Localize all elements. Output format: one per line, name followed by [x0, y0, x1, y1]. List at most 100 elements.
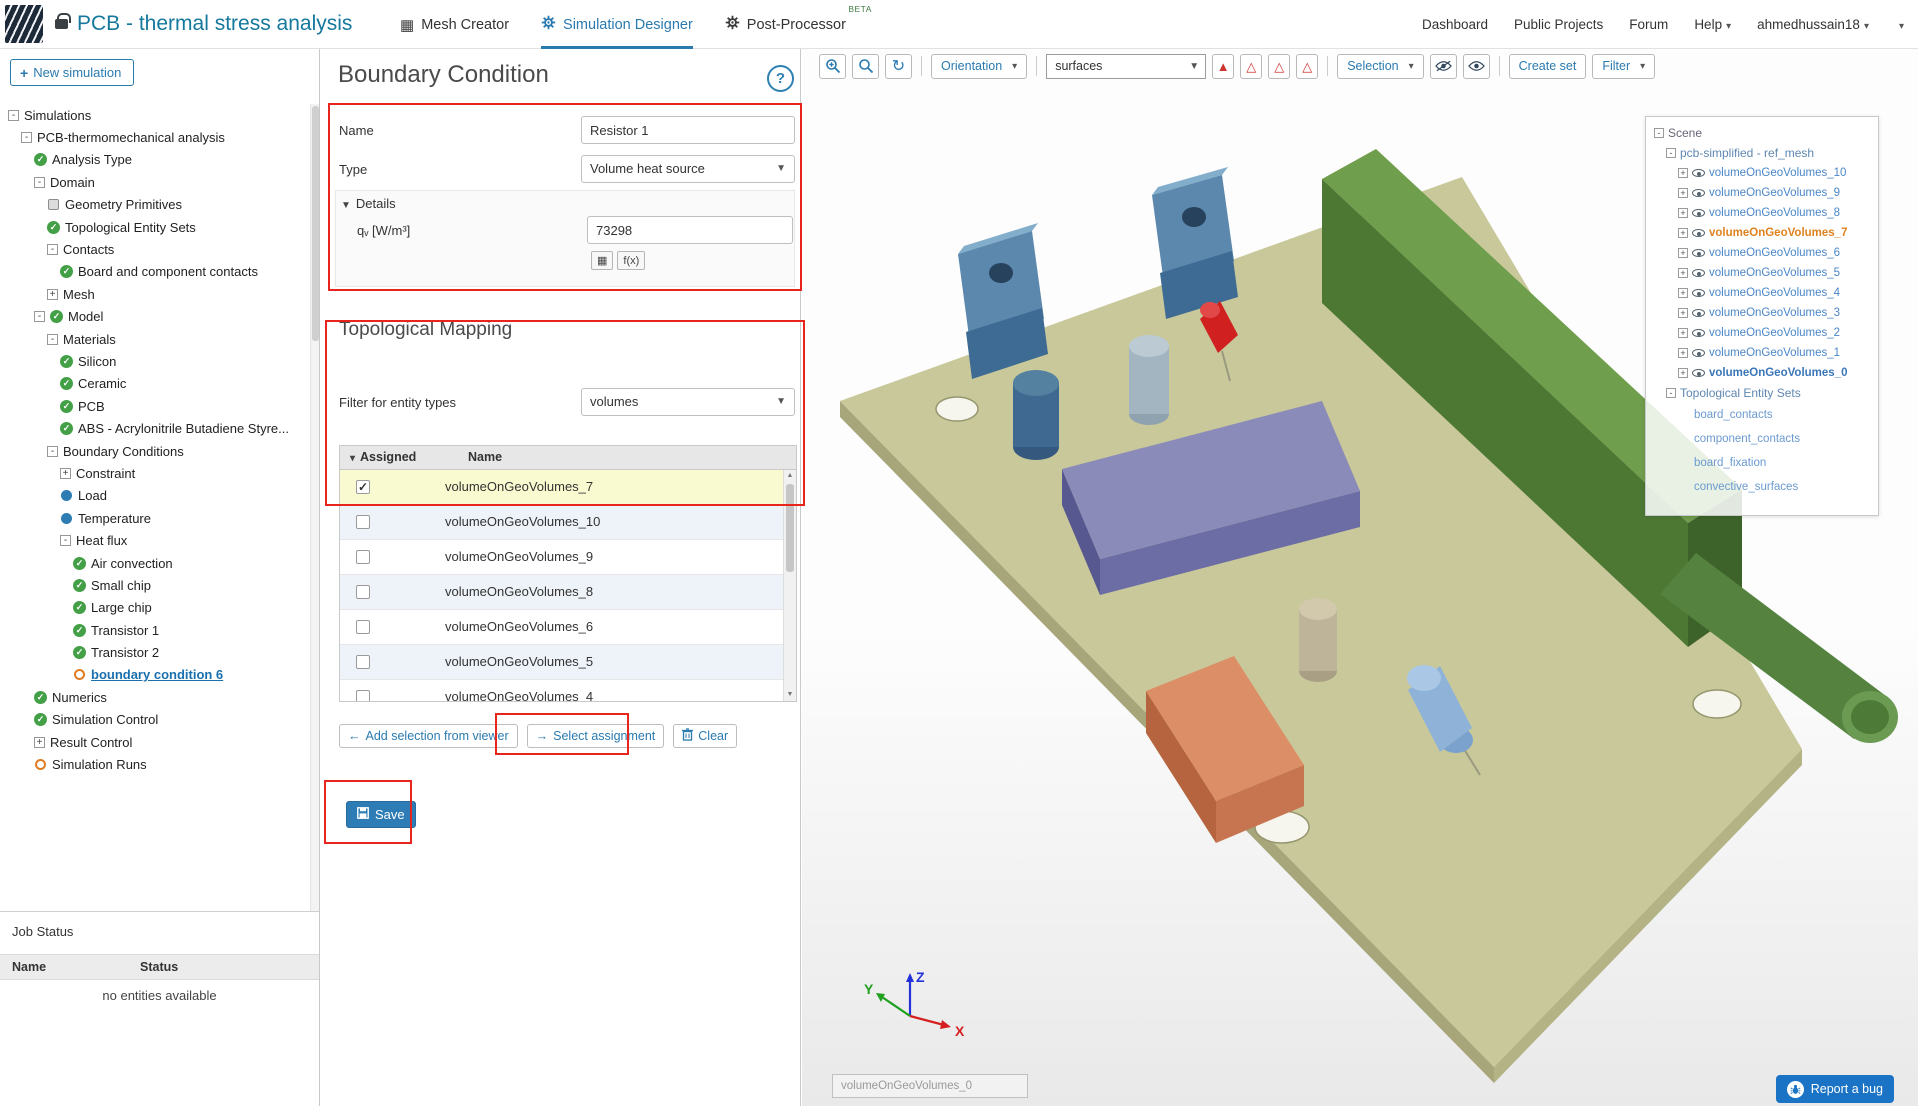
assigned-checkbox[interactable] [356, 480, 370, 494]
nav-help-menu[interactable]: Help▾ [1694, 17, 1731, 32]
sidebar-item-boundary-condition-6[interactable]: boundary condition 6 [0, 664, 309, 686]
save-button[interactable]: Save [346, 801, 416, 828]
eye-icon[interactable] [1692, 189, 1705, 197]
expand-icon[interactable] [1678, 168, 1688, 178]
sidebar-item-model[interactable]: Model [0, 306, 309, 328]
sidebar-item-constraint[interactable]: Constraint [0, 462, 309, 484]
sidebar-item-pcb-thermomechanical-analysis[interactable]: PCB-thermomechanical analysis [0, 126, 309, 148]
collapse-icon[interactable] [1654, 128, 1664, 138]
sidebar-item-numerics[interactable]: Numerics [0, 686, 309, 708]
clip-plane-button-3[interactable]: △ [1268, 54, 1290, 79]
sidebar-item-simulation-control[interactable]: Simulation Control [0, 709, 309, 731]
orientation-triad[interactable]: Z Y X [862, 964, 972, 1049]
expand-icon[interactable] [1678, 368, 1688, 378]
eye-icon[interactable] [1692, 269, 1705, 277]
report-a-bug-button[interactable]: Report a bug [1776, 1075, 1894, 1103]
collapse-icon[interactable] [21, 132, 32, 143]
extra-menu-caret[interactable]: ▾ [1895, 17, 1904, 32]
name-input[interactable] [581, 116, 795, 144]
eye-icon[interactable] [1692, 329, 1705, 337]
entity-type-filter-select[interactable]: volumes ▼ [581, 388, 795, 416]
clip-plane-button-2[interactable]: △ [1240, 54, 1262, 79]
sidebar-item-topological-entity-sets[interactable]: Topological Entity Sets [0, 216, 309, 238]
expand-icon[interactable] [1678, 228, 1688, 238]
sidebar-item-ceramic[interactable]: Ceramic [0, 373, 309, 395]
scene-set-item[interactable]: component_contacts [1646, 427, 1878, 451]
assigned-checkbox[interactable] [356, 550, 370, 564]
table-row[interactable]: volumeOnGeoVolumes_10 [340, 505, 796, 540]
expand-icon[interactable] [1678, 328, 1688, 338]
sidebar-item-geometry-primitives[interactable]: Geometry Primitives [0, 194, 309, 216]
viewer-3d[interactable]: ↻ Orientation▾ surfaces▼ ▲ △ △ △ Selecti… [802, 49, 1918, 1106]
sidebar-item-small-chip[interactable]: Small chip [0, 574, 309, 596]
sidebar-item-board-and-component-contacts[interactable]: Board and component contacts [0, 261, 309, 283]
expand-icon[interactable] [1678, 208, 1688, 218]
expand-icon[interactable] [47, 289, 58, 300]
expand-icon[interactable] [1678, 288, 1688, 298]
expand-icon[interactable] [34, 737, 45, 748]
orientation-dropdown[interactable]: Orientation▾ [931, 54, 1027, 79]
expand-icon[interactable] [1678, 248, 1688, 258]
scene-set-item[interactable]: board_contacts [1646, 403, 1878, 427]
collapse-icon[interactable] [34, 177, 45, 188]
collapse-icon[interactable] [34, 311, 45, 322]
tab-post-processor[interactable]: Post-Processor BETA [725, 0, 846, 49]
sidebar-item-simulation-runs[interactable]: Simulation Runs [0, 753, 309, 775]
zoom-fit-button[interactable] [852, 54, 879, 79]
create-set-button[interactable]: Create set [1509, 54, 1587, 79]
scene-mesh-item[interactable]: pcb-simplified - ref_mesh [1646, 143, 1878, 163]
assigned-checkbox[interactable] [356, 585, 370, 599]
sidebar-scrollbar[interactable] [310, 104, 319, 911]
transistor-2[interactable] [1152, 167, 1238, 319]
sidebar-item-mesh[interactable]: Mesh [0, 283, 309, 305]
table-row[interactable]: volumeOnGeoVolumes_8 [340, 575, 796, 610]
assigned-checkbox[interactable] [356, 690, 370, 702]
scroll-up-icon[interactable]: ▲ [784, 470, 796, 482]
eye-icon[interactable] [1692, 209, 1705, 217]
sidebar-item-transistor-1[interactable]: Transistor 1 [0, 619, 309, 641]
filter-dropdown[interactable]: Filter▾ [1592, 54, 1655, 79]
scene-volume-item[interactable]: volumeOnGeoVolumes_0 [1646, 363, 1878, 383]
type-select[interactable]: Volume heat source ▼ [581, 155, 795, 183]
sidebar-item-result-control[interactable]: Result Control [0, 731, 309, 753]
sidebar-item-simulations[interactable]: Simulations [0, 104, 309, 126]
app-logo[interactable] [5, 5, 43, 43]
name-column-header[interactable]: Name [468, 450, 502, 464]
table-input-button[interactable]: ▦ [591, 251, 613, 270]
collapse-icon[interactable] [8, 110, 19, 121]
refresh-view-button[interactable]: ↻ [885, 54, 912, 79]
scene-volume-item[interactable]: volumeOnGeoVolumes_9 [1646, 183, 1878, 203]
blue-cylinder[interactable] [1013, 370, 1059, 460]
scrollbar-thumb[interactable] [786, 484, 794, 572]
scene-volume-item-highlighted[interactable]: volumeOnGeoVolumes_7 [1646, 223, 1878, 243]
scene-root-item[interactable]: Scene [1646, 123, 1878, 143]
eye-icon[interactable] [1692, 309, 1705, 317]
expand-icon[interactable] [60, 468, 71, 479]
sidebar-item-boundary-conditions[interactable]: Boundary Conditions [0, 440, 309, 462]
eye-icon[interactable] [1692, 289, 1705, 297]
expand-icon[interactable] [1678, 188, 1688, 198]
help-button[interactable]: ? [767, 65, 794, 92]
collapse-icon[interactable] [47, 244, 58, 255]
eye-icon[interactable] [1692, 229, 1705, 237]
scene-topological-entity-sets[interactable]: Topological Entity Sets [1646, 383, 1878, 403]
qv-input[interactable] [587, 216, 793, 244]
sidebar-item-temperature[interactable]: Temperature [0, 507, 309, 529]
sidebar-item-load[interactable]: Load [0, 485, 309, 507]
eye-icon[interactable] [1692, 249, 1705, 257]
tab-mesh-creator[interactable]: ▦ Mesh Creator [400, 0, 509, 49]
render-mode-select[interactable]: surfaces▼ [1046, 54, 1206, 79]
sidebar-item-silicon[interactable]: Silicon [0, 350, 309, 372]
scene-volume-item[interactable]: volumeOnGeoVolumes_10 [1646, 163, 1878, 183]
nav-dashboard[interactable]: Dashboard [1422, 17, 1488, 32]
clear-button[interactable]: Clear [673, 724, 737, 748]
selection-dropdown[interactable]: Selection▾ [1337, 54, 1423, 79]
table-row[interactable]: volumeOnGeoVolumes_7 [340, 470, 796, 505]
select-assignment-button[interactable]: →Select assignment [527, 724, 665, 748]
user-menu[interactable]: ahmedhussain18▾ [1757, 17, 1869, 32]
sidebar-item-domain[interactable]: Domain [0, 171, 309, 193]
tab-simulation-designer[interactable]: Simulation Designer [541, 0, 693, 49]
table-row[interactable]: volumeOnGeoVolumes_6 [340, 610, 796, 645]
collapse-icon[interactable] [1666, 388, 1676, 398]
scene-volume-item[interactable]: volumeOnGeoVolumes_5 [1646, 263, 1878, 283]
